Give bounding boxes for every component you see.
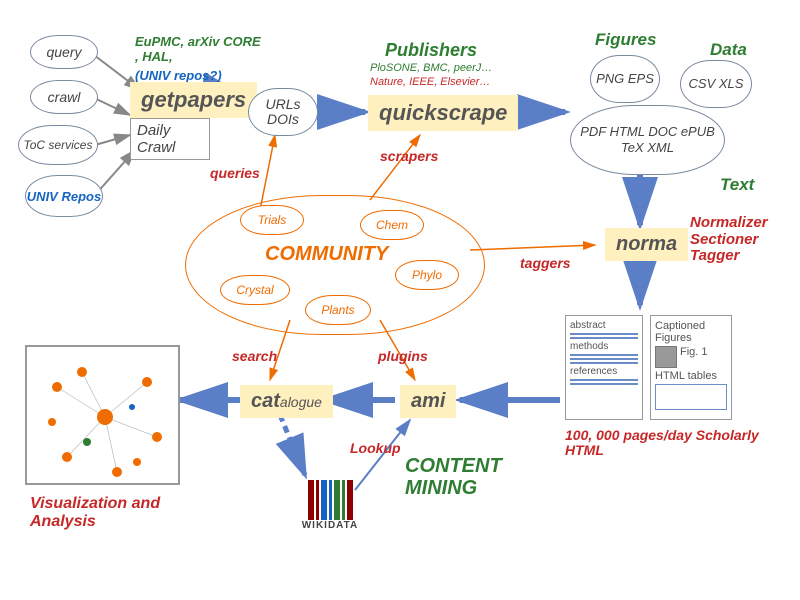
label-figures: Figures xyxy=(595,30,656,50)
cloud-data-formats: CSV XLS xyxy=(680,60,752,108)
wikidata-logo: WIKIDATA xyxy=(285,480,375,531)
getpapers-sources-blue: (UNIV repos?) xyxy=(135,68,222,83)
doc-fig1: Fig. 1 xyxy=(680,346,708,368)
cloud-univ-repos: UNIV Repos xyxy=(25,175,103,217)
getpapers-sources-green: EuPMC, arXiv CORE , HAL, xyxy=(135,35,265,65)
wikidata-text: WIKIDATA xyxy=(285,520,375,531)
label-taggers: taggers xyxy=(520,255,571,271)
label-text: Text xyxy=(720,175,754,195)
cloud-toc: ToC services xyxy=(18,125,98,165)
catalogue-rest: alogue xyxy=(280,394,322,410)
table-thumbnail xyxy=(655,384,727,410)
diagram-stage: query crawl ToC services UNIV Repos EuPM… xyxy=(0,0,800,600)
doc-methods: methods xyxy=(570,341,638,352)
catalogue-cat: cat xyxy=(251,390,280,412)
label-lookup: Lookup xyxy=(350,440,401,456)
cloud-query: query xyxy=(30,35,98,69)
doc-card-sections: abstract methods references xyxy=(565,315,643,420)
cloud-urls-dois: URLs DOIs xyxy=(248,88,318,136)
publishers-red: Nature, IEEE, Elsevier… xyxy=(370,76,490,88)
label-community: COMMUNITY xyxy=(265,243,388,266)
label-publishers: Publishers xyxy=(385,40,477,61)
viz-card xyxy=(25,345,180,485)
cloud-chem: Chem xyxy=(360,210,424,240)
label-norma-roles: Normalizer Sectioner Tagger xyxy=(690,215,790,265)
fig-thumbnail xyxy=(655,346,677,368)
doc-tables: HTML tables xyxy=(655,370,727,382)
doc-abstract: abstract xyxy=(570,320,638,331)
doc-captioned: Captioned Figures xyxy=(655,320,727,344)
cloud-plants: Plants xyxy=(305,295,371,325)
box-quickscrape: quickscrape xyxy=(368,95,518,131)
label-content-mining: CONTENT MINING xyxy=(405,455,515,499)
label-plugins: plugins xyxy=(378,348,428,364)
doc-references: references xyxy=(570,366,638,377)
label-data: Data xyxy=(710,40,747,60)
publishers-green: PloSONE, BMC, peerJ… xyxy=(370,62,492,74)
cloud-phylo: Phylo xyxy=(395,260,459,290)
box-getpapers: getpapers xyxy=(130,82,257,118)
box-norma: norma xyxy=(605,228,688,261)
cloud-crystal: Crystal xyxy=(220,275,290,305)
label-scrapers: scrapers xyxy=(380,148,438,164)
label-queries: queries xyxy=(210,165,260,181)
label-rate: 100, 000 pages/day Scholarly HTML xyxy=(565,428,765,459)
network-graph-icon xyxy=(27,347,182,487)
box-daily-crawl: Daily Crawl xyxy=(130,118,210,160)
doc-card-figures: Captioned Figures Fig. 1 HTML tables xyxy=(650,315,732,420)
box-catalogue: catalogue xyxy=(240,385,333,418)
label-search: search xyxy=(232,348,277,364)
cloud-text-formats: PDF HTML DOC ePUB TeX XML xyxy=(570,105,725,175)
cloud-fig-formats: PNG EPS xyxy=(590,55,660,103)
box-ami: ami xyxy=(400,385,456,418)
label-viz: Visualization and Analysis xyxy=(30,495,170,530)
cloud-crawl: crawl xyxy=(30,80,98,114)
cloud-trials: Trials xyxy=(240,205,304,235)
